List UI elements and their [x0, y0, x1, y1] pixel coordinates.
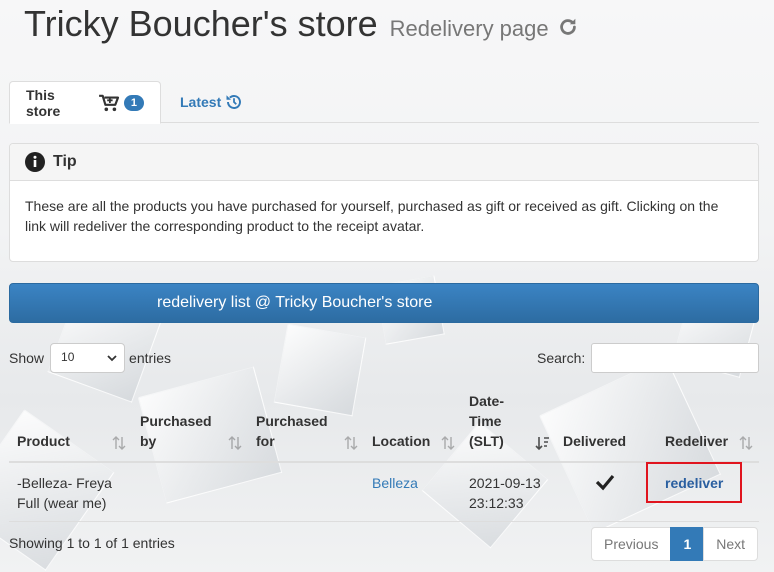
- table-header-row: Product Purchased by Purchased for Locat…: [9, 383, 759, 463]
- cell-location: Belleza: [364, 462, 461, 522]
- page-header: Tricky Boucher's store Redelivery page: [24, 3, 579, 45]
- column-header-purchased-for[interactable]: Purchased for: [248, 383, 364, 463]
- sort-icon: [344, 435, 358, 451]
- column-header-redeliver[interactable]: Redeliver: [657, 383, 759, 463]
- column-header-purchased-by[interactable]: Purchased by: [132, 383, 248, 463]
- page-subtitle: Redelivery page: [389, 16, 549, 41]
- search-control: Search:: [537, 343, 760, 373]
- tab-latest[interactable]: Latest: [164, 81, 259, 123]
- history-icon: [225, 93, 243, 111]
- column-header-datetime[interactable]: Date-Time (SLT): [461, 383, 555, 463]
- column-header-location[interactable]: Location: [364, 383, 461, 463]
- info-icon: [25, 152, 45, 172]
- table-info: Showing 1 to 1 of 1 entries: [9, 535, 175, 551]
- entries-label: entries: [129, 350, 172, 366]
- redeliver-highlight-box: [646, 462, 742, 503]
- search-label: Search:: [537, 350, 586, 366]
- search-input[interactable]: [591, 343, 760, 373]
- entries-length-control: Show 10 entries: [9, 343, 171, 373]
- sort-icon: [739, 435, 753, 451]
- tab-this-store-label: This store: [26, 86, 61, 119]
- refresh-icon[interactable]: [557, 16, 579, 38]
- tip-heading-label: Tip: [53, 153, 77, 170]
- column-header-product[interactable]: Product: [9, 383, 132, 463]
- page-title: Tricky Boucher's store: [24, 3, 378, 44]
- check-icon: [595, 473, 615, 491]
- column-header-delivered[interactable]: Delivered: [555, 383, 657, 463]
- location-link[interactable]: Belleza: [372, 475, 418, 491]
- pagination: Previous 1 Next: [591, 527, 759, 561]
- cell-purchased-for: [248, 462, 364, 522]
- show-label: Show: [9, 350, 45, 366]
- tip-body: These are all the products you have purc…: [25, 198, 719, 234]
- redelivery-list-header: redelivery list @ Tricky Boucher's store: [9, 283, 759, 323]
- cell-purchased-by: [132, 462, 248, 522]
- pagination-previous[interactable]: Previous: [591, 527, 672, 561]
- sort-icon: [112, 435, 126, 451]
- chevron-down-icon: [106, 352, 118, 364]
- entries-select-value: 10: [61, 350, 75, 364]
- cell-product: -Belleza- Freya Full (wear me): [9, 462, 132, 522]
- sort-descending-icon: [535, 435, 549, 451]
- sort-icon: [228, 435, 242, 451]
- tip-heading: Tip: [10, 144, 758, 181]
- tab-this-store[interactable]: This store 1: [9, 81, 161, 124]
- cart-count-badge: 1: [123, 94, 144, 111]
- cell-datetime: 2021-09-13 23:12:33: [461, 462, 555, 522]
- pagination-next[interactable]: Next: [703, 527, 759, 561]
- pagination-page-1[interactable]: 1: [670, 527, 705, 561]
- shopping-cart-icon: [98, 94, 120, 112]
- sort-icon: [441, 435, 455, 451]
- entries-select[interactable]: 10: [50, 343, 126, 373]
- store-tabs: This store 1 Latest: [9, 81, 759, 124]
- tab-latest-label: Latest: [180, 94, 222, 110]
- tip-panel: Tip These are all the products you have …: [9, 143, 759, 262]
- cell-delivered: [555, 462, 657, 522]
- page: Tricky Boucher's store Redelivery page T…: [0, 0, 774, 572]
